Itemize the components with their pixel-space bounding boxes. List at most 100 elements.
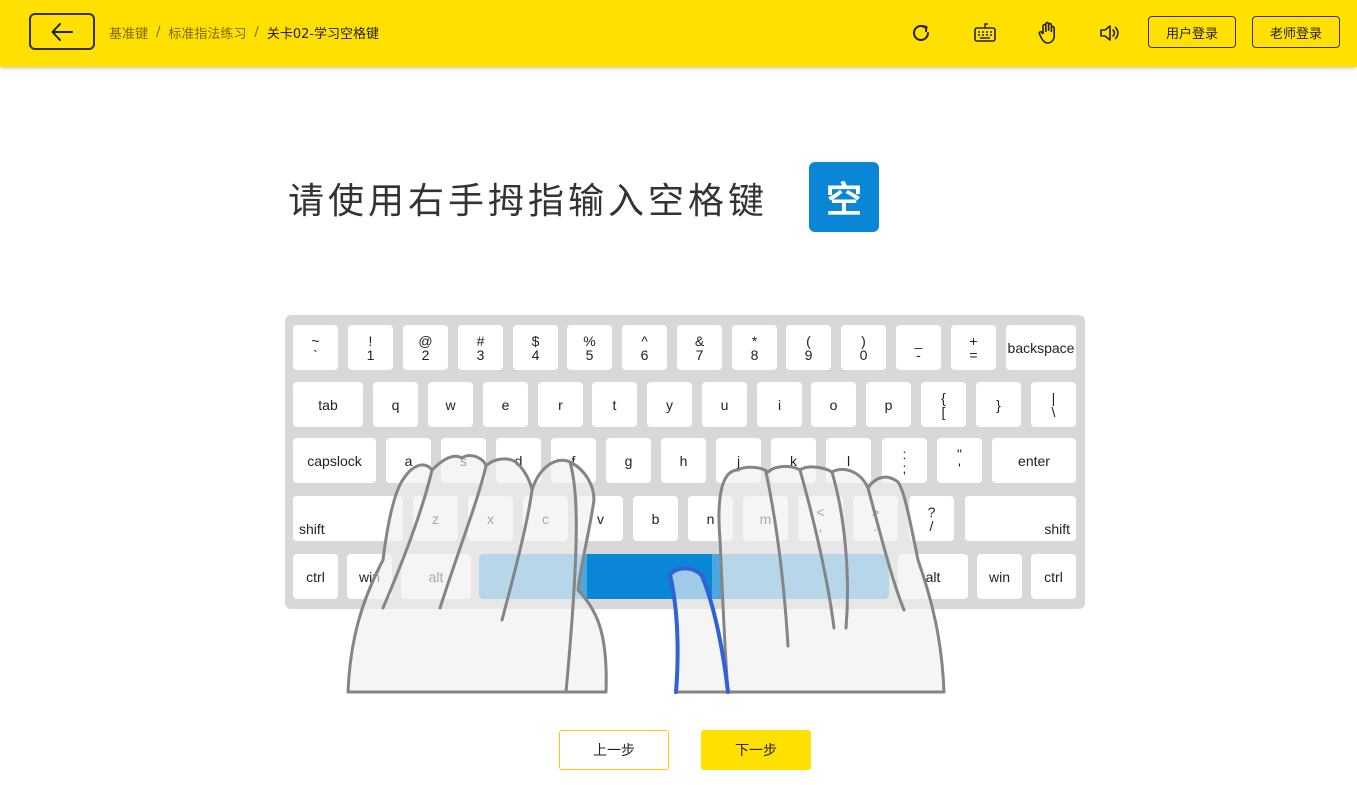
key-left-bracket[interactable]: {[ xyxy=(921,382,966,427)
keyboard-toggle-button[interactable] xyxy=(972,20,998,46)
back-button[interactable] xyxy=(29,13,95,50)
top-bar: 基准键 / 标准指法练习 / 关卡02-学习空格键 用户登录 老师登录 xyxy=(0,0,1357,67)
key-ctrl-left[interactable]: ctrl xyxy=(293,554,338,599)
key-upper-label: $ xyxy=(531,332,540,349)
virtual-keyboard: ~ ` ! 1 @2 #3 $4 % 5 ^ 6 & 7 * 8 (9 ) 0 _ - + = b… xyxy=(285,315,1085,609)
key-6[interactable]: ^ 6 xyxy=(622,325,667,370)
key-o[interactable]: o xyxy=(811,382,856,427)
key-upper-label: ? xyxy=(927,503,936,520)
key-9[interactable]: (9 xyxy=(786,325,831,370)
key-quote[interactable]: " ' xyxy=(937,438,982,483)
key-right-bracket[interactable]: } xyxy=(976,382,1021,427)
key-lower-label: 7 xyxy=(695,346,704,363)
breadcrumb-item-standard-fingering[interactable]: 标准指法练习 xyxy=(168,23,246,42)
key-label: s xyxy=(460,452,467,469)
breadcrumb-item-current: 关卡02-学习空格键 xyxy=(266,27,380,42)
key-7[interactable]: & 7 xyxy=(677,325,722,370)
key-c[interactable]: c xyxy=(523,496,568,541)
key-a[interactable]: a xyxy=(386,438,431,483)
key-shift-left[interactable]: shift xyxy=(293,496,403,541)
key-k[interactable]: k xyxy=(771,438,816,483)
key-slash[interactable]: ? / xyxy=(909,496,954,541)
key-i[interactable]: i xyxy=(757,382,802,427)
key-shift-right[interactable]: shift xyxy=(965,496,1076,541)
key-upper-label: { xyxy=(941,389,946,406)
key-d[interactable]: d xyxy=(496,438,541,483)
key-1[interactable]: ! 1 xyxy=(348,325,393,370)
key-lower-label: = xyxy=(969,346,978,363)
key-2[interactable]: @2 xyxy=(403,325,448,370)
key-enter[interactable]: enter xyxy=(992,438,1076,483)
key-minus[interactable]: _ - xyxy=(896,325,941,370)
key-z[interactable]: z xyxy=(413,496,458,541)
key-tab[interactable]: tab xyxy=(293,382,363,427)
next-step-button[interactable]: 下一步 xyxy=(701,730,811,770)
key-3[interactable]: #3 xyxy=(458,325,503,370)
key-ctrl-right[interactable]: ctrl xyxy=(1031,554,1076,599)
key-upper-label: ( xyxy=(806,332,811,349)
key-j[interactable]: j xyxy=(716,438,761,483)
key-upper-label: % xyxy=(583,332,596,349)
key-x[interactable]: x xyxy=(468,496,513,541)
key-n[interactable]: n xyxy=(688,496,733,541)
key-label: a xyxy=(404,452,413,469)
key-p[interactable]: p xyxy=(866,382,911,427)
hand-toggle-button[interactable] xyxy=(1035,20,1061,46)
key-lower-label: 3 xyxy=(476,346,485,363)
sound-toggle-button[interactable] xyxy=(1097,20,1123,46)
key-period[interactable]: >. xyxy=(853,496,898,541)
key-5[interactable]: % 5 xyxy=(567,325,612,370)
key-space[interactable] xyxy=(479,554,889,599)
key-l[interactable]: l xyxy=(826,438,871,483)
refresh-button[interactable] xyxy=(908,20,934,46)
teacher-login-button[interactable]: 老师登录 xyxy=(1252,16,1340,48)
key-win-right[interactable]: win xyxy=(977,554,1022,599)
key-backtick[interactable]: ~ ` xyxy=(293,325,338,370)
key-u[interactable]: u xyxy=(702,382,747,427)
key-label: u xyxy=(720,396,729,413)
key-label: win xyxy=(988,568,1010,585)
key-q[interactable]: q xyxy=(373,382,418,427)
key-label: r xyxy=(558,396,563,413)
key-w[interactable]: w xyxy=(428,382,473,427)
key-win-left[interactable]: win xyxy=(347,554,392,599)
key-label: tab xyxy=(318,396,338,413)
key-h[interactable]: h xyxy=(661,438,706,483)
key-4[interactable]: $4 xyxy=(513,325,558,370)
key-comma[interactable]: <, xyxy=(798,496,843,541)
key-s[interactable]: s xyxy=(441,438,486,483)
key-label: q xyxy=(391,396,400,413)
breadcrumb-item-base-keys[interactable]: 基准键 xyxy=(109,23,148,42)
key-label: y xyxy=(666,396,673,413)
user-login-button[interactable]: 用户登录 xyxy=(1148,16,1236,48)
key-t[interactable]: t xyxy=(592,382,637,427)
key-m[interactable]: m xyxy=(743,496,788,541)
key-g[interactable]: g xyxy=(606,438,651,483)
breadcrumb: 基准键 / 标准指法练习 / 关卡02-学习空格键 xyxy=(109,23,379,42)
key-lower-label: ; xyxy=(902,459,907,476)
key-capslock[interactable]: capslock xyxy=(293,438,376,483)
key-label: t xyxy=(612,396,617,413)
key-equals[interactable]: + = xyxy=(951,325,996,370)
key-label: v xyxy=(597,510,604,527)
key-8[interactable]: * 8 xyxy=(732,325,777,370)
key-label: shift xyxy=(1044,521,1070,537)
key-v[interactable]: v xyxy=(578,496,623,541)
previous-step-button[interactable]: 上一步 xyxy=(559,730,669,770)
key-r[interactable]: r xyxy=(538,382,583,427)
key-alt-right[interactable]: alt xyxy=(898,554,968,599)
key-y[interactable]: y xyxy=(647,382,692,427)
key-lower-label: 0 xyxy=(859,346,868,363)
key-label: i xyxy=(777,396,782,413)
key-f[interactable]: f xyxy=(551,438,596,483)
key-lower-label: 1 xyxy=(366,346,375,363)
key-alt-left[interactable]: alt xyxy=(401,554,471,599)
key-e[interactable]: e xyxy=(483,382,528,427)
key-0[interactable]: ) 0 xyxy=(841,325,886,370)
key-label: enter xyxy=(1018,452,1050,469)
key-semicolon[interactable]: :; xyxy=(882,438,927,483)
key-backslash[interactable]: | \ xyxy=(1031,382,1076,427)
key-backspace[interactable]: backspace xyxy=(1006,325,1076,370)
key-b[interactable]: b xyxy=(633,496,678,541)
key-label: n xyxy=(706,510,715,527)
